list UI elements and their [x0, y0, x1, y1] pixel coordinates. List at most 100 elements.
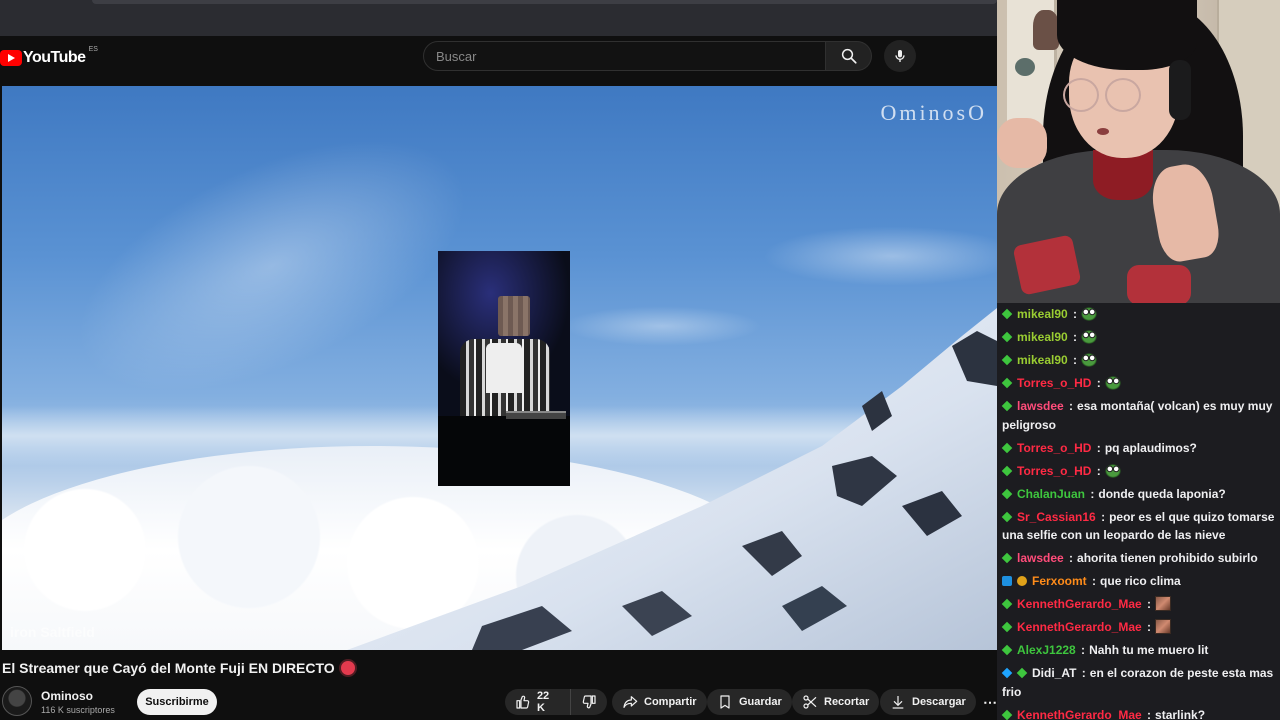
chat-message: Didi_AT : en el corazon de peste esta mas…	[1001, 662, 1276, 704]
share-button[interactable]: Compartir	[612, 689, 707, 715]
clip-label: Recortar	[824, 696, 870, 708]
live-chat[interactable]: mikeal90 : mikeal90 : mikeal90 : Torres_o_H…	[997, 303, 1280, 720]
download-icon	[892, 696, 904, 709]
chat-username[interactable]: Didi_AT	[1032, 666, 1076, 680]
dislike-button[interactable]	[571, 689, 607, 715]
youtube-logo[interactable]: YouTube ES	[0, 46, 98, 68]
frog-emote-icon	[1081, 307, 1098, 321]
headset	[1169, 60, 1191, 120]
picture-emote-icon	[1155, 596, 1172, 611]
cube-badge-icon[interactable]	[1001, 667, 1013, 679]
chat-separator: :	[1093, 440, 1101, 455]
keyboard	[506, 411, 566, 419]
diamond-badge-icon[interactable]	[1001, 552, 1013, 564]
chat-separator: :	[1069, 307, 1078, 321]
youtube-header: YouTube ES	[0, 36, 997, 86]
thumbs-up-icon	[516, 695, 530, 709]
bookmark-icon	[720, 695, 730, 709]
chat-username[interactable]: Ferxoomt	[1032, 574, 1087, 588]
chat-message: mikeal90 :	[1001, 303, 1276, 326]
chat-username[interactable]: ChalanJuan	[1017, 487, 1085, 501]
chat-separator: :	[1069, 330, 1078, 344]
chat-separator: :	[1077, 643, 1086, 657]
diamond-badge-icon[interactable]	[1001, 488, 1013, 499]
chat-username[interactable]: KennethGerardo_Mae	[1017, 708, 1142, 720]
search-button[interactable]	[826, 41, 872, 71]
chat-separator: :	[1093, 463, 1101, 478]
video-title-text: El Streamer que Cayó del Monte Fuji EN D…	[2, 660, 335, 676]
chat-username[interactable]: KennethGerardo_Mae	[1017, 620, 1142, 634]
chat-message: Torres_o_HD : pq aplaudimos?	[1001, 437, 1276, 460]
chat-username[interactable]: lawsdee	[1017, 399, 1064, 413]
subscribe-button[interactable]: Suscribirme	[137, 689, 217, 715]
diamond-badge-icon[interactable]	[1001, 354, 1013, 366]
chat-username[interactable]: mikeal90	[1017, 330, 1068, 344]
chat-separator: :	[1143, 620, 1152, 634]
glasses-icon	[1063, 78, 1099, 112]
video-credit: iron Saltfield	[10, 624, 95, 640]
chat-text: Nahh tu me muero lit	[1089, 643, 1209, 657]
channel-avatar[interactable]	[2, 686, 32, 716]
diamond-badge-icon[interactable]	[1001, 511, 1013, 522]
diamond-badge-icon[interactable]	[1001, 308, 1013, 320]
chat-message: Torres_o_HD :	[1001, 372, 1276, 395]
chat-username[interactable]: mikeal90	[1017, 353, 1068, 367]
chat-separator: :	[1078, 666, 1086, 680]
share-label: Compartir	[644, 696, 697, 708]
chat-message: Ferxoomt : que rico clima	[1002, 570, 1276, 593]
chat-text: donde queda laponia?	[1098, 486, 1226, 501]
diamond-badge-icon[interactable]	[1001, 621, 1013, 633]
channel-name[interactable]: Ominoso	[41, 689, 93, 703]
clip-button[interactable]: Recortar	[792, 689, 880, 715]
chat-username[interactable]: lawsdee	[1017, 551, 1064, 565]
scissors-icon	[803, 695, 817, 709]
chat-username[interactable]: Torres_o_HD	[1017, 464, 1091, 478]
like-count: 22 K	[536, 690, 550, 714]
download-button[interactable]: Descargar	[880, 689, 976, 715]
chat-separator: :	[1069, 353, 1078, 367]
chat-username[interactable]: KennethGerardo_Mae	[1017, 597, 1142, 611]
chat-message: KennethGerardo_Mae :	[1001, 616, 1276, 639]
chat-username[interactable]: mikeal90	[1017, 307, 1068, 321]
video-watermark: OminosO	[880, 100, 987, 125]
diamond-badge-icon[interactable]	[1016, 667, 1028, 679]
browser-tab-strip	[0, 0, 997, 36]
diamond-badge-icon[interactable]	[1001, 465, 1013, 476]
chat-separator: :	[1087, 486, 1095, 501]
coin-badge-icon[interactable]	[1017, 576, 1027, 586]
diamond-badge-icon[interactable]	[1001, 644, 1013, 656]
chat-username[interactable]: Torres_o_HD	[1017, 441, 1091, 455]
diamond-badge-icon[interactable]	[1001, 331, 1013, 343]
save-button[interactable]: Guardar	[707, 689, 792, 715]
like-dislike-group: 22 K	[505, 689, 607, 715]
diamond-badge-icon[interactable]	[1001, 377, 1013, 389]
browser-address-area[interactable]	[92, 0, 997, 4]
chat-text: ahorita tienen prohibido subirlo	[1077, 551, 1258, 565]
video-player[interactable]: OminosO iron Saltfield	[2, 86, 997, 650]
chat-separator: :	[1065, 399, 1074, 413]
search-box[interactable]	[423, 41, 826, 71]
prime-badge-icon[interactable]	[1002, 576, 1012, 586]
diamond-badge-icon[interactable]	[1001, 442, 1013, 453]
voice-search-button[interactable]	[884, 40, 916, 72]
diamond-badge-icon[interactable]	[1001, 709, 1013, 720]
chat-message: KennethGerardo_Mae :	[1001, 593, 1276, 616]
chat-message: ChalanJuan : donde queda laponia?	[1001, 483, 1276, 506]
chat-username[interactable]: Torres_o_HD	[1017, 376, 1091, 390]
live-indicator-icon	[340, 661, 355, 675]
frog-emote-icon	[1081, 353, 1098, 367]
like-button[interactable]: 22 K	[505, 689, 572, 715]
chat-message: mikeal90 :	[1001, 349, 1276, 372]
chat-message: Torres_o_HD :	[1001, 460, 1276, 483]
search-input[interactable]	[436, 48, 825, 64]
chat-username[interactable]: Sr_Cassian16	[1017, 510, 1096, 524]
streamer-pip-overlay	[438, 251, 570, 486]
chat-text: que rico clima	[1100, 574, 1181, 588]
chat-username[interactable]: AlexJ1228	[1017, 643, 1076, 657]
frog-emote-icon	[1104, 463, 1121, 478]
diamond-badge-icon[interactable]	[1001, 598, 1013, 610]
video-title: El Streamer que Cayó del Monte Fuji EN D…	[2, 660, 355, 676]
diamond-badge-icon[interactable]	[1001, 400, 1013, 412]
chat-separator: :	[1143, 707, 1152, 720]
chat-message: lawsdee : ahorita tienen prohibido subirl…	[1001, 547, 1276, 570]
